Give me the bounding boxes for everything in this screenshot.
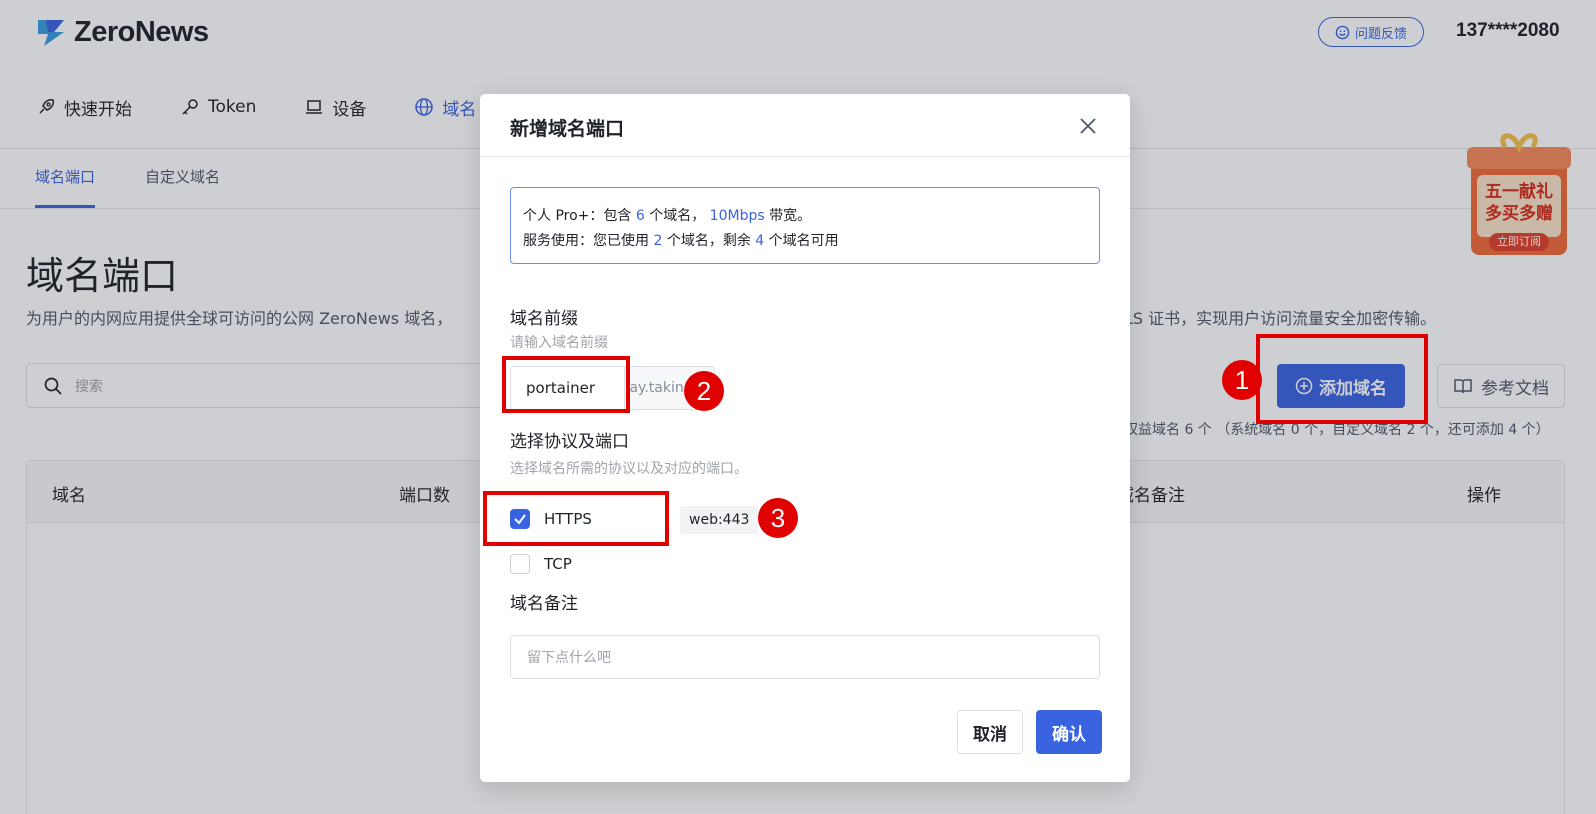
plan-info-line-1: 个人 Pro+：包含 6 个域名， 10Mbps 带宽。 (523, 204, 1087, 229)
tcp-checkbox[interactable] (510, 554, 530, 574)
protocol-label: 选择协议及端口 (510, 432, 629, 452)
remaining-count: 4 (755, 233, 765, 249)
annotation-box-2 (502, 356, 630, 413)
info-text: 个域名可用 (764, 233, 839, 249)
annotation-number-1: 1 (1222, 360, 1262, 400)
cancel-button[interactable]: 取消 (957, 710, 1023, 754)
prefix-label: 域名前缀 (510, 309, 578, 329)
info-text: 个域名，剩余 (662, 233, 756, 249)
info-text: 个域名， (644, 208, 710, 224)
plan-info-box: 个人 Pro+：包含 6 个域名， 10Mbps 带宽。 服务使用：您已使用 2… (510, 187, 1100, 264)
info-text: 服务使用：您已使用 (523, 233, 654, 249)
domain-quota: 6 (635, 208, 645, 224)
annotation-box-3 (483, 491, 669, 546)
prefix-hint: 请输入域名前缀 (510, 335, 608, 351)
domain-note-input[interactable]: 留下点什么吧 (510, 635, 1100, 679)
tcp-label: TCP (544, 555, 572, 573)
annotation-number-2: 2 (684, 371, 724, 411)
confirm-button[interactable]: 确认 (1036, 710, 1102, 754)
annotation-number-3: 3 (758, 498, 798, 538)
close-icon[interactable] (1076, 114, 1100, 138)
bandwidth: 10Mbps (709, 208, 765, 224)
protocol-hint: 选择域名所需的协议以及对应的端口。 (510, 461, 748, 477)
info-text: 个人 Pro+：包含 (523, 208, 636, 224)
add-domain-port-dialog: 新增域名端口 个人 Pro+：包含 6 个域名， 10Mbps 带宽。 服务使用… (480, 94, 1130, 782)
annotation-box-1 (1256, 334, 1428, 424)
protocol-option-tcp[interactable]: TCP (510, 554, 572, 574)
app-page: ZeroNews 问题反馈 137****2080 快速开始 Token 设备 … (0, 0, 1596, 814)
note-label: 域名备注 (510, 594, 578, 614)
dialog-title: 新增域名端口 (510, 118, 625, 140)
port-tag[interactable]: web:443 (680, 506, 759, 534)
plan-info-line-2: 服务使用：您已使用 2 个域名，剩余 4 个域名可用 (523, 229, 1087, 254)
info-text: 带宽。 (764, 208, 812, 224)
dialog-divider (480, 156, 1130, 157)
